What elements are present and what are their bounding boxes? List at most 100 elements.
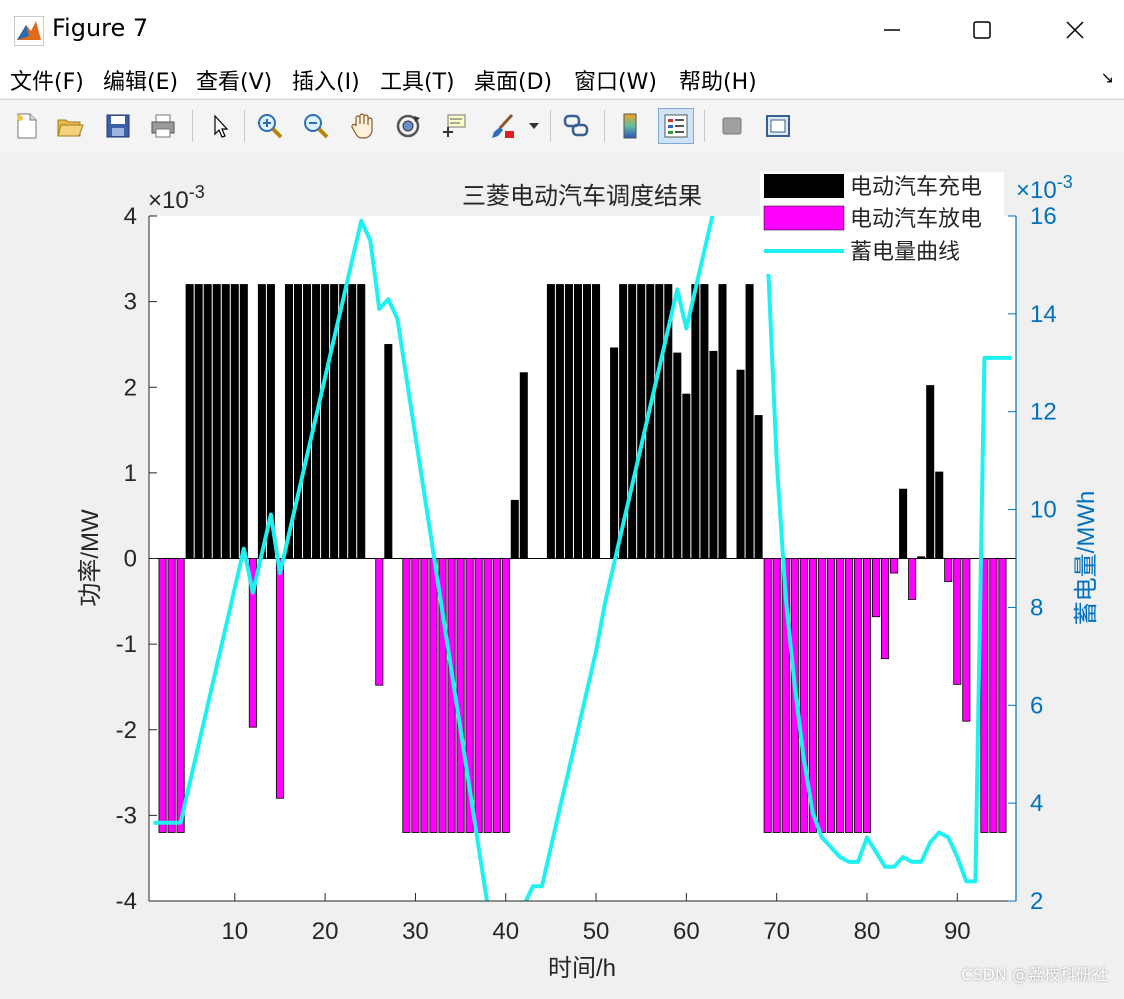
discharge-bar (501, 558, 510, 833)
menu-insert[interactable]: 插入(I) (292, 64, 360, 96)
charge-bar (185, 284, 194, 559)
x-tick-label: 10 (221, 918, 248, 945)
show-plot-tools-icon[interactable] (760, 108, 796, 144)
toolbar-separator (192, 110, 193, 142)
charge-bar (935, 471, 944, 559)
charge-bar (673, 352, 682, 559)
discharge-bar (799, 558, 808, 833)
discharge-bar (167, 558, 176, 833)
legend-swatch-discharge (763, 205, 845, 231)
y-right-tick-label: 14 (1030, 301, 1057, 328)
charge-bar (592, 284, 601, 559)
y-right-tick-label: 12 (1030, 399, 1057, 426)
legend-label-storage: 蓄电量曲线 (850, 239, 960, 264)
discharge-bar (944, 558, 953, 583)
hide-plot-tools-icon[interactable] (714, 108, 750, 144)
discharge-bar (872, 558, 881, 618)
link-plot-icon[interactable] (558, 108, 594, 144)
charge-bar (628, 284, 637, 559)
y-tick-label: 4 (124, 203, 137, 230)
y-right-tick-label: 16 (1030, 203, 1057, 230)
data-cursor-icon[interactable] (436, 108, 472, 144)
charge-bar (212, 284, 221, 559)
y-right-tick-label: 6 (1030, 692, 1043, 719)
chart[interactable]: 10 20 30 40 50 60 70 80 90-4-3-2-101234246810121… (0, 152, 1124, 995)
pan-hand-icon[interactable] (344, 108, 380, 144)
menu-window[interactable]: 窗口(W) (574, 64, 657, 96)
x-tick-label: 60 (673, 918, 700, 945)
legend-label-discharge: 电动汽车放电 (850, 206, 982, 231)
discharge-bar (474, 558, 483, 833)
brush-icon[interactable] (484, 108, 520, 144)
charge-bar (573, 284, 582, 559)
dock-arrow-icon[interactable]: ↘ (1101, 68, 1114, 87)
charge-bar (194, 284, 203, 559)
close-button[interactable] (1045, 8, 1105, 52)
print-icon[interactable] (145, 108, 181, 144)
x-tick-label: 40 (492, 918, 519, 945)
discharge-bar (420, 558, 429, 833)
menu-desktop[interactable]: 桌面(D) (474, 64, 552, 96)
charge-bar (682, 393, 691, 559)
discharge-bar (835, 558, 844, 833)
figure-canvas: 10 20 30 40 50 60 70 80 90 -4 -3 -2 -1 0 1 2 3 4 2 4 6 8 10 12 1… (0, 152, 1124, 995)
y-axis-label: 功率/MW (77, 509, 104, 607)
charge-bar (917, 556, 926, 559)
minimize-button[interactable] (862, 8, 922, 52)
charge-bar (384, 344, 393, 559)
charge-bar (303, 284, 312, 559)
y-tick-label: -2 (116, 717, 137, 744)
new-figure-icon[interactable] (8, 108, 44, 144)
discharge-bar (862, 558, 871, 833)
charge-bar (546, 284, 555, 559)
select-arrow-icon[interactable] (202, 108, 238, 144)
close-icon (1066, 21, 1084, 39)
maximize-button[interactable] (952, 8, 1012, 52)
figure-window: Figure 7 文件(F) 编辑(E) 查看(V) 插入(I) 工具(T) 桌… (0, 0, 1124, 995)
minimize-icon (884, 29, 900, 31)
x-tick-label: 30 (402, 918, 429, 945)
discharge-bar (492, 558, 501, 833)
x-tick-label: 70 (763, 918, 790, 945)
x-tick-label: 80 (854, 918, 881, 945)
discharge-bar (763, 558, 772, 833)
menu-help[interactable]: 帮助(H) (679, 64, 757, 96)
x-tick-label: 50 (583, 918, 610, 945)
rotate-3d-icon[interactable] (390, 108, 426, 144)
menu-tools[interactable]: 工具(T) (380, 64, 455, 96)
colorbar-icon[interactable] (612, 108, 648, 144)
save-icon[interactable] (100, 108, 136, 144)
discharge-bar (375, 558, 384, 686)
open-file-icon[interactable] (52, 108, 88, 144)
menu-edit[interactable]: 编辑(E) (103, 64, 178, 96)
discharge-bar (881, 558, 890, 660)
y-right-tick-label: 8 (1030, 594, 1043, 621)
charge-bar (899, 488, 908, 559)
charge-bar (926, 385, 935, 559)
legend-swatch-charge (764, 174, 844, 198)
toolbar-separator (244, 110, 245, 142)
matlab-logo-icon (14, 16, 44, 46)
discharge-bar (890, 558, 899, 574)
charge-bar (230, 284, 239, 559)
charge-bar (583, 284, 592, 559)
discharge-bar (429, 558, 438, 833)
discharge-bar (817, 558, 826, 833)
charge-bar (691, 284, 700, 559)
charge-bar (655, 284, 664, 559)
discharge-bar (998, 558, 1007, 833)
brush-dropdown-icon[interactable] (524, 108, 544, 144)
charge-bar (510, 499, 519, 559)
zoom-in-icon[interactable] (252, 108, 288, 144)
discharge-bar (908, 558, 917, 600)
y-tick-label: 0 (124, 546, 137, 573)
legend-label-charge: 电动汽车充电 (850, 174, 982, 199)
charge-bar (745, 284, 754, 559)
legend-icon[interactable] (658, 108, 694, 144)
x-tick-label: 90 (944, 918, 971, 945)
zoom-out-icon[interactable] (298, 108, 334, 144)
charge-bar (555, 284, 564, 559)
menu-file[interactable]: 文件(F) (10, 64, 84, 96)
menu-view[interactable]: 查看(V) (196, 64, 272, 96)
y-right-tick-label: 2 (1030, 888, 1043, 915)
